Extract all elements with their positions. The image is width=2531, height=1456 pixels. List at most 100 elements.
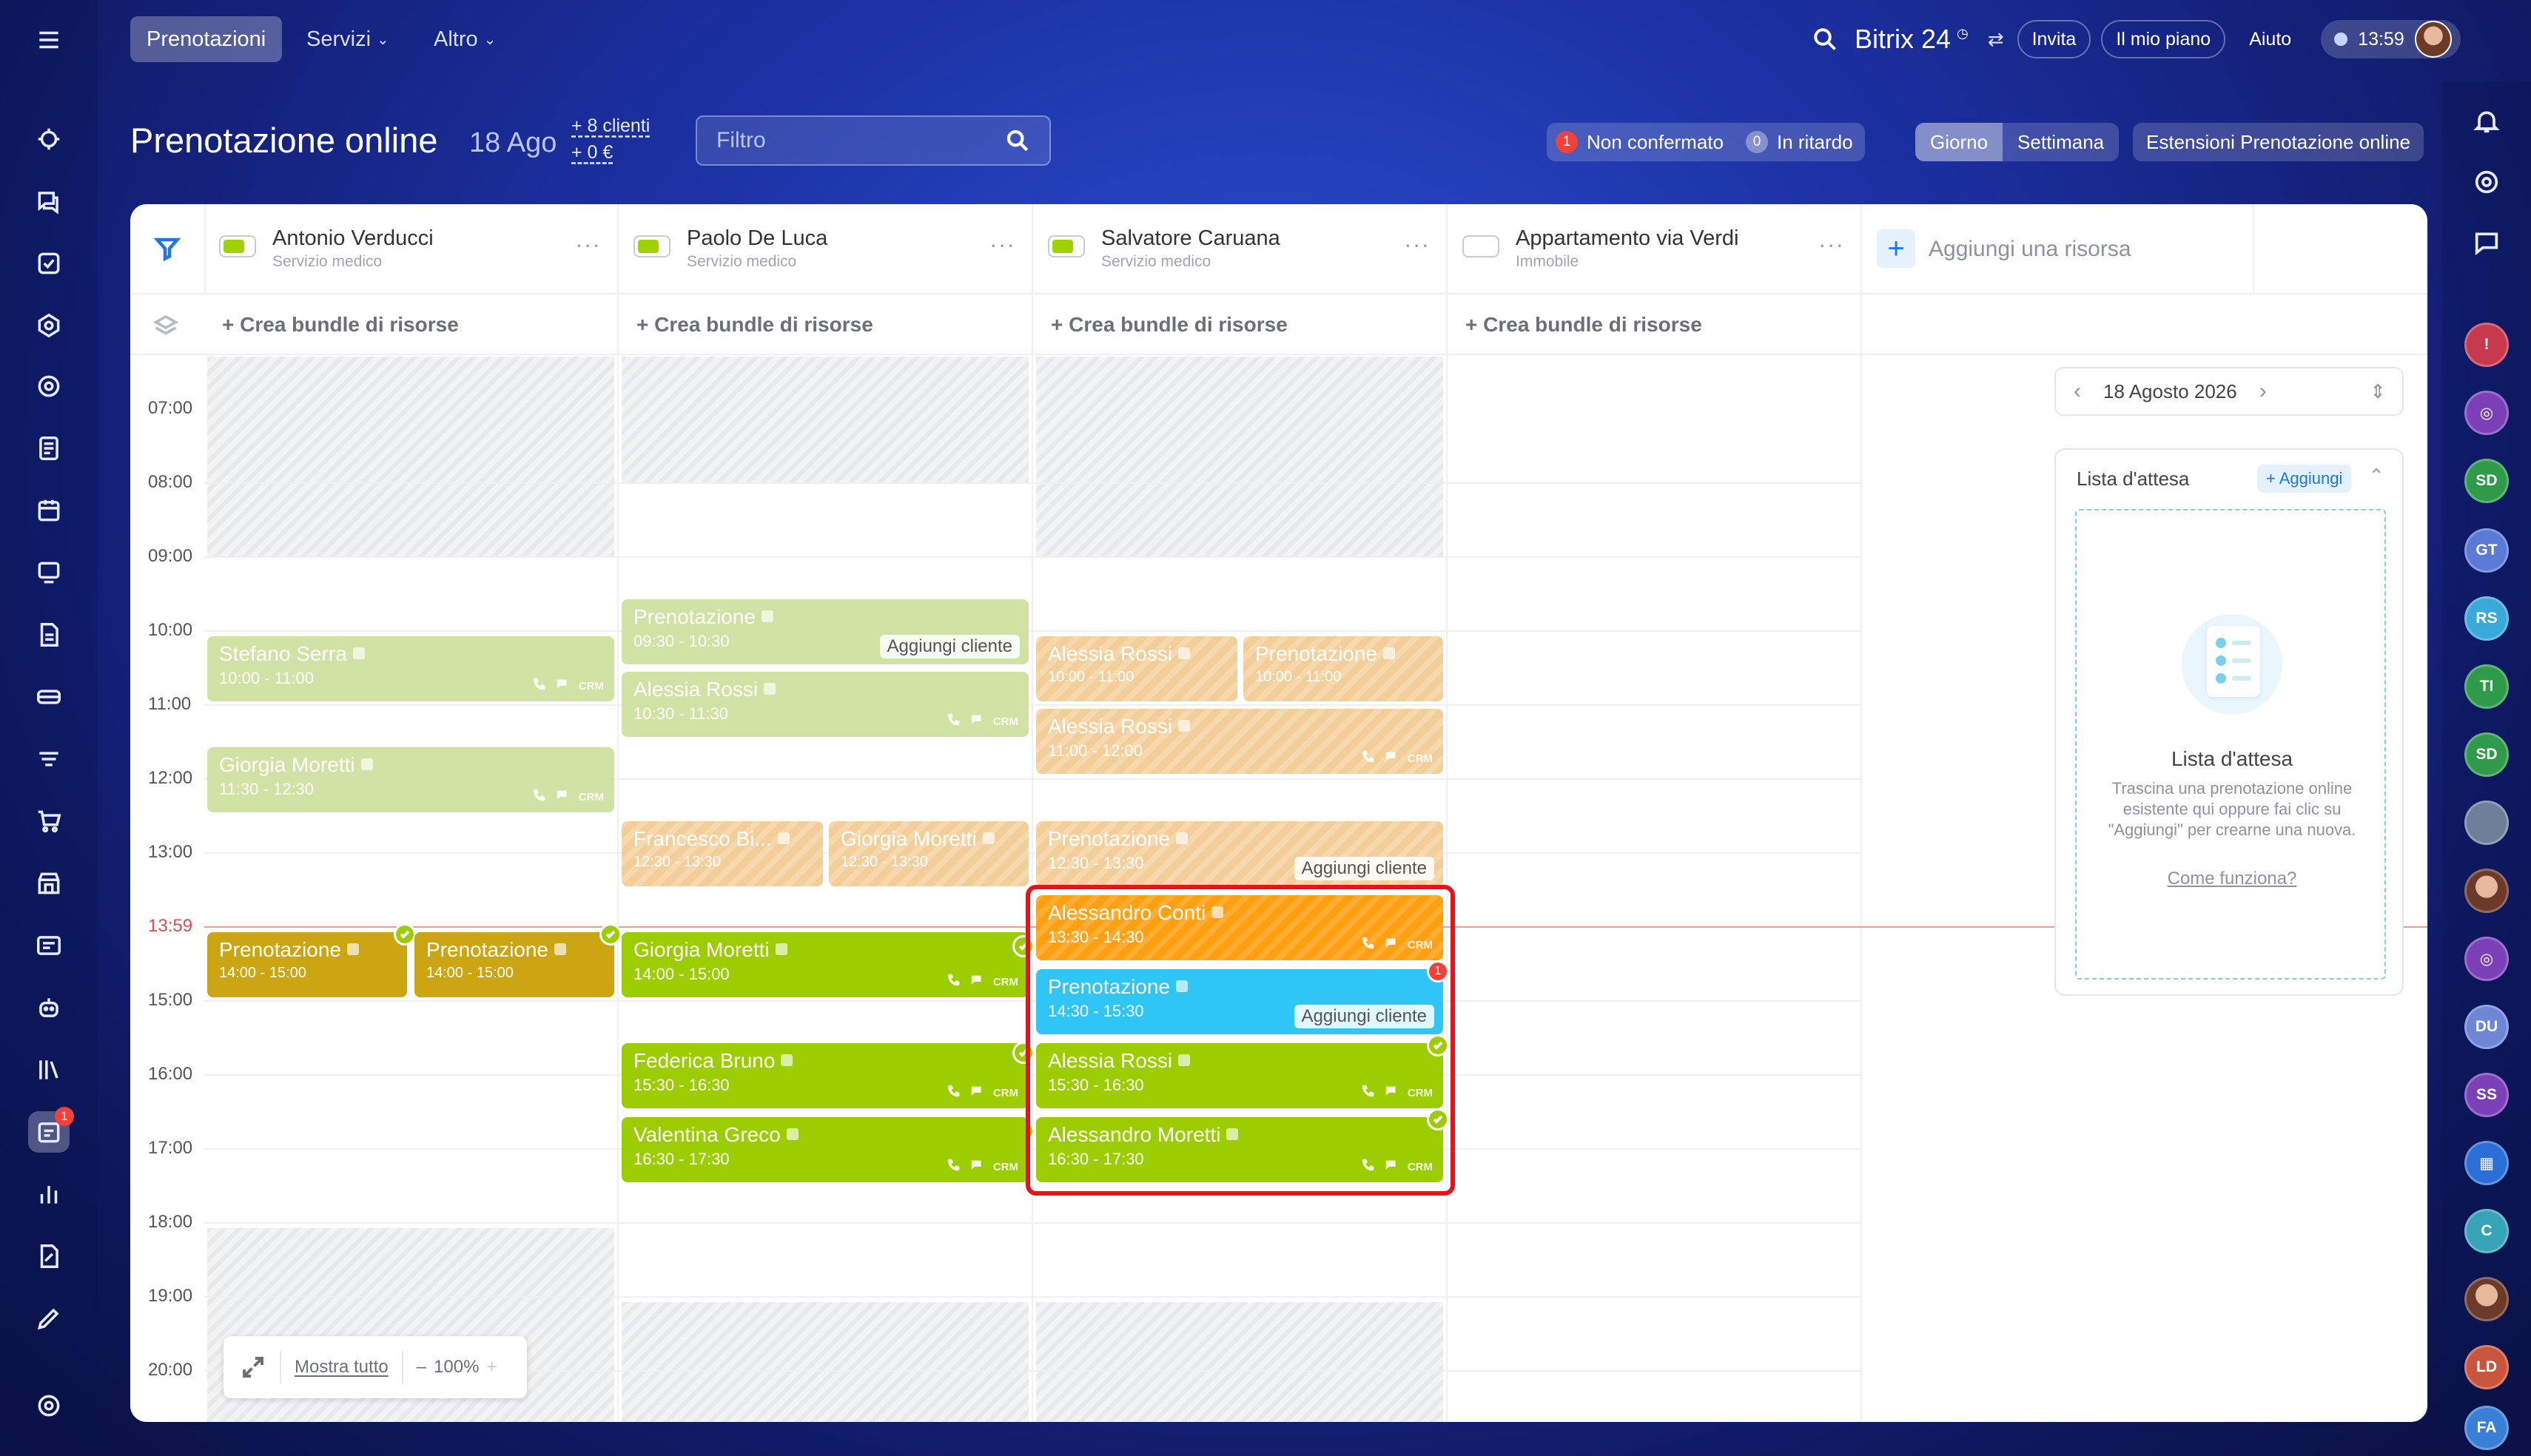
resource-column-header[interactable]: Paolo De Luca Servizio medico ··· [619,204,1032,294]
booking-card[interactable]: Giorgia Moretti 11:30 - 12:30 CRM [207,747,614,812]
copilot-chat-icon[interactable]: ◎ [2464,937,2509,981]
add-client-button[interactable]: Aggiungi cliente [879,635,1020,658]
waitlist-add-button[interactable]: + Aggiungi [2257,465,2352,493]
avatar-initials[interactable]: RS [2464,596,2509,641]
booking-icon[interactable]: 1 [28,1107,74,1153]
copilot-chat-icon[interactable]: ◎ [2464,391,2509,435]
resource-column-header[interactable]: Salvatore Caruana Servizio medico ··· [1033,204,1446,294]
date-picker-icon[interactable]: ⇕ [2370,380,2386,403]
store-icon[interactable] [28,863,70,904]
bell-icon[interactable] [2464,99,2509,144]
automation-icon[interactable] [28,365,70,407]
avatar-photo[interactable] [2464,801,2509,845]
tasks-icon[interactable] [28,243,70,284]
settings-icon[interactable] [28,1385,70,1426]
sign-icon[interactable] [28,1236,70,1277]
booking-card[interactable]: Prenotazione 14:00 - 15:00 [414,932,614,997]
contact-center-icon[interactable] [28,925,70,966]
booking-card[interactable]: Prenotazione 09:30 - 10:30 Aggiungi clie… [622,599,1029,664]
page-date[interactable]: 18 Ago [469,127,557,159]
filter-input[interactable]: Filtro [696,115,1051,166]
show-all-button[interactable]: Mostra tutto [295,1357,389,1378]
zoom-out-button[interactable]: – [417,1357,426,1378]
add-client-button[interactable]: Aggiungi cliente [1294,857,1434,880]
plus-icon[interactable]: + [1877,229,1915,268]
layers-icon[interactable] [152,312,179,339]
booking-card[interactable]: Federica Bruno 15:30 - 16:30 CRM [622,1043,1029,1108]
resource-column-header[interactable]: Antonio Verducci Servizio medico ··· [204,204,617,294]
analytics-icon[interactable] [28,1173,70,1215]
phone-icon[interactable] [531,676,548,695]
resource-toggle[interactable] [219,235,256,257]
clients-stat[interactable]: + 8 clienti [571,115,650,137]
avatar-initials[interactable]: SS [2464,1073,2509,1117]
resource-toggle[interactable] [1462,235,1499,257]
search-icon[interactable] [1005,128,1030,153]
create-bundle-button[interactable]: + Crea bundle di risorse [204,294,617,355]
crm-link[interactable]: CRM [579,791,604,803]
avatar-initials[interactable]: FA [2464,1406,2509,1450]
workgroups-icon[interactable] [28,552,70,593]
booking-card[interactable]: Alessia Rossi 11:00 - 12:00 CRM [1036,709,1443,774]
phone-icon[interactable] [946,1157,962,1176]
booking-card[interactable]: Giorgia Moretti 12:30 - 13:30 [829,821,1029,886]
create-bundle-button[interactable]: + Crea bundle di risorse [1033,294,1446,355]
booking-card[interactable]: Francesco Bi... 12:30 - 13:30 [622,821,823,886]
resource-toggle[interactable] [633,235,670,257]
resource-toggle[interactable] [1048,235,1085,257]
calendar-chat-icon[interactable]: ▦ [2464,1141,2509,1185]
more-icon[interactable]: ··· [1818,231,1844,258]
plan-button[interactable]: Il mio piano [2101,20,2226,58]
chat-icon[interactable] [28,181,70,222]
collapse-icon[interactable]: ⌃ [2368,465,2384,488]
feed-icon[interactable] [28,428,70,469]
search-icon[interactable] [1812,26,1838,53]
tab-prenotazioni[interactable]: Prenotazioni [130,16,283,62]
more-icon[interactable]: ··· [575,231,601,258]
avatar-initials[interactable]: LD [2464,1345,2509,1389]
swap-icon[interactable]: ⇄ [1988,28,2004,51]
message-icon[interactable] [969,1157,986,1176]
help-button[interactable]: Aiuto [2236,20,2305,58]
booking-card[interactable]: Alessia Rossi 10:00 - 11:00 [1036,636,1237,701]
crm-link[interactable]: CRM [579,680,604,692]
invite-button[interactable]: Invita [2017,20,2091,58]
phone-icon[interactable] [1360,749,1377,768]
message-icon[interactable] [969,1083,986,1102]
chat-search-icon[interactable] [2464,220,2509,265]
message-icon[interactable] [555,676,571,695]
sales-icon[interactable] [28,738,70,780]
create-bundle-button[interactable]: + Crea bundle di risorse [619,294,1032,355]
crm-link[interactable]: CRM [993,1161,1018,1173]
add-resource-button[interactable]: Aggiungi una risorsa [1929,237,2131,262]
crm-link[interactable]: CRM [1408,752,1433,765]
knowledge-icon[interactable] [28,1049,70,1091]
avatar-initials[interactable]: C [2464,1209,2509,1253]
avatar-initials[interactable]: SD [2464,459,2509,503]
brand-logo[interactable]: Bitrix 24 [1855,24,1951,55]
create-bundle-button[interactable]: + Crea bundle di risorse [1448,294,1861,355]
copilot-icon[interactable] [2464,160,2509,204]
drive-icon[interactable] [28,676,70,718]
extensions-button[interactable]: Estensioni Prenotazione online [2133,123,2424,161]
current-date[interactable]: 18 Agosto 2026 [2103,380,2237,403]
phone-icon[interactable] [531,787,548,806]
crm-link[interactable]: CRM [993,1087,1018,1099]
tab-altro[interactable]: Altro ⌄ [417,16,512,62]
avatar-initials[interactable]: GT [2464,528,2509,573]
crm-link[interactable]: CRM [993,715,1018,728]
message-icon[interactable] [969,712,986,731]
how-it-works-link[interactable]: Come funziona? [2077,869,2387,889]
phone-icon[interactable] [946,972,962,991]
late-counter[interactable]: 0 In ritardo [1745,131,1853,154]
unconfirmed-counter[interactable]: 1 Non confermato [1556,131,1724,154]
booking-card[interactable]: Prenotazione 10:00 - 11:00 [1243,636,1443,701]
documents-icon[interactable] [28,614,70,655]
avatar-photo[interactable] [2464,869,2509,913]
phone-icon[interactable] [946,712,962,731]
copilot-icon[interactable] [28,118,70,160]
booking-card[interactable]: Stefano Serra 10:00 - 11:00 CRM [207,636,614,701]
avatar-initials[interactable]: TI [2464,664,2509,709]
robot-icon[interactable] [28,987,70,1028]
menu-icon[interactable] [28,19,70,61]
